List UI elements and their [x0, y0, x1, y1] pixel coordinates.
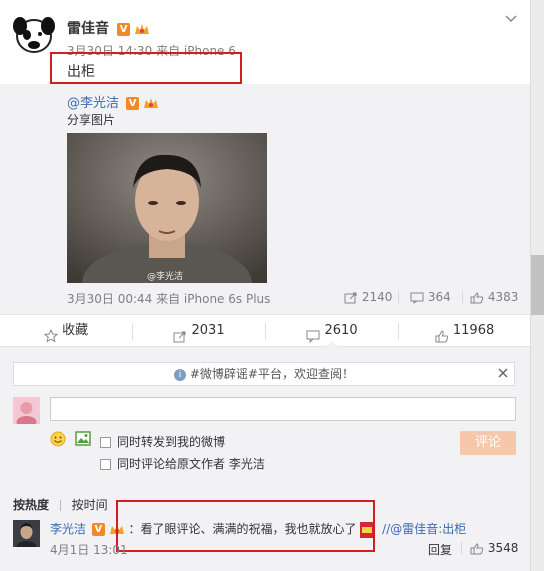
- thumbs-up-icon: [470, 291, 484, 304]
- repost-like-count[interactable]: 4383: [470, 290, 518, 304]
- sep: [461, 542, 462, 554]
- comment-input[interactable]: [50, 397, 516, 421]
- favorite-button[interactable]: 收藏: [0, 315, 132, 347]
- verified-v-icon: V: [126, 97, 140, 110]
- repost-comment-label: 364: [427, 290, 451, 304]
- repost-timestamp[interactable]: 3月30日 00:44 来自 iPhone 6s Plus: [67, 290, 270, 307]
- photo-watermark: @李光洁: [147, 272, 184, 282]
- member-crown-icon: [134, 23, 150, 36]
- repost-comment-count[interactable]: 364: [410, 290, 451, 304]
- repost-author-line: @李光洁 V: [67, 92, 159, 111]
- like-label: 11968: [452, 323, 495, 338]
- repost-author-name[interactable]: @李光洁: [67, 96, 119, 111]
- favorite-label: 收藏: [62, 323, 89, 338]
- member-crown-icon: [143, 97, 159, 110]
- chevron-down-icon[interactable]: [504, 12, 518, 26]
- like-button[interactable]: 11968: [399, 315, 530, 347]
- repost-share-label: 2140: [361, 290, 393, 304]
- image-icon[interactable]: [75, 431, 91, 446]
- post-author-line: 雷佳音 V: [67, 18, 150, 37]
- comment-author-name[interactable]: 李光洁: [50, 522, 86, 536]
- repost-text: 分享图片: [67, 113, 116, 127]
- comment-label: 2610: [324, 323, 358, 338]
- post-author-name[interactable]: 雷佳音: [67, 21, 109, 37]
- submit-comment-button[interactable]: 评论: [460, 431, 516, 455]
- option-forward[interactable]: 同时转发到我的微博: [100, 433, 225, 450]
- comment-icon: [410, 292, 424, 304]
- share-icon: [173, 324, 187, 343]
- comment-quote[interactable]: //@雷佳音:出柜: [382, 522, 466, 536]
- option-forward-label: 同时转发到我的微博: [117, 435, 226, 449]
- repost-photo[interactable]: @李光洁: [67, 133, 267, 283]
- highlight-box-post-text: [50, 52, 242, 84]
- verified-v-icon: V: [117, 23, 131, 36]
- rumor-notice-banner[interactable]: i #微博辟谣#平台，欢迎查阅！: [13, 362, 515, 386]
- post-author-avatar[interactable]: [12, 12, 56, 56]
- notice-text: #微博辟谣#平台，欢迎查阅！: [189, 367, 354, 381]
- sort-by-hot-tab[interactable]: 按热度: [13, 498, 49, 512]
- sort-by-time-tab[interactable]: 按时间: [72, 498, 108, 512]
- comment-avatar[interactable]: [13, 520, 40, 547]
- share-icon: [344, 292, 358, 304]
- verified-v-icon: V: [91, 523, 105, 536]
- share-button[interactable]: 2031: [133, 315, 265, 347]
- star-icon: [43, 324, 59, 343]
- sep: [398, 291, 399, 303]
- close-icon[interactable]: [497, 367, 509, 379]
- comment-reply-button[interactable]: 回复: [428, 541, 452, 558]
- thumbs-up-icon: [435, 324, 449, 343]
- sep: [462, 291, 463, 303]
- comment-like-count: 3548: [487, 541, 519, 555]
- repost-share-count[interactable]: 2140: [344, 290, 392, 304]
- emoji-icon[interactable]: [50, 431, 66, 447]
- scrollbar-thumb[interactable]: [531, 255, 544, 315]
- comment-author-checkbox[interactable]: [100, 459, 111, 470]
- comment-timestamp: 4月1日 13:01: [50, 543, 128, 557]
- option-comment-author-label: 同时评论给原文作者 李光洁: [117, 457, 265, 471]
- sort-divider: [59, 500, 61, 511]
- comment-icon: [306, 324, 320, 344]
- comment-like-button[interactable]: 3548: [470, 541, 518, 555]
- share-label: 2031: [191, 323, 225, 338]
- thumbs-up-icon: [470, 542, 484, 555]
- highlight-box-comment: [116, 500, 375, 552]
- info-icon: i: [174, 368, 187, 381]
- forward-checkbox[interactable]: [100, 437, 111, 448]
- current-user-avatar[interactable]: [13, 397, 40, 424]
- repost-like-label: 4383: [487, 290, 519, 304]
- sort-tabs: 按热度 按时间: [13, 496, 108, 513]
- option-comment-author[interactable]: 同时评论给原文作者 李光洁: [100, 455, 265, 472]
